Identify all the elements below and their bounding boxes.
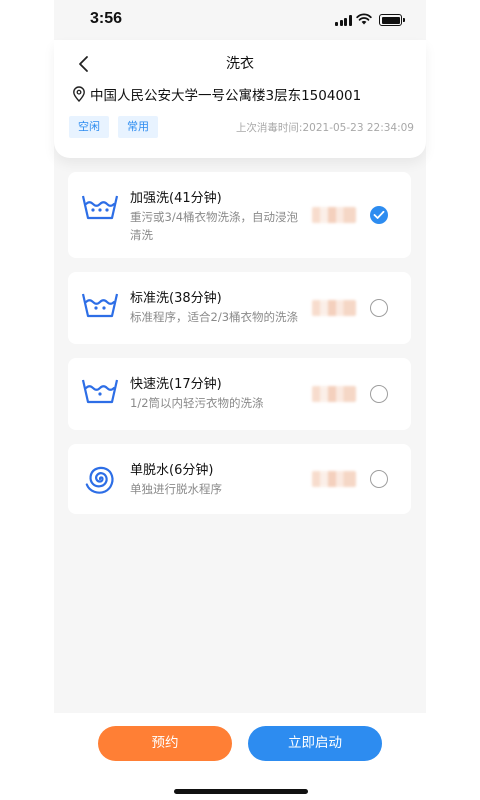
program-description: 标准程序，适合2/3桶衣物的洗涤: [130, 310, 299, 324]
start-now-button[interactable]: 立即启动: [248, 726, 382, 761]
program-option-spin[interactable]: 单脱水(6分钟) 单独进行脱水程序: [68, 444, 411, 514]
price-label-blurred: [312, 386, 356, 402]
signal-icon: [335, 15, 352, 26]
reserve-button[interactable]: 预约: [98, 726, 232, 761]
location-pin-icon: [73, 86, 85, 102]
program-name: 加强洗(41分钟): [130, 191, 222, 206]
washing-heavy-icon: [81, 195, 119, 220]
status-tag-common: 常用: [118, 116, 158, 138]
program-description: 1/2筒以内轻污衣物的洗涤: [130, 396, 264, 410]
program-name: 单脱水(6分钟): [130, 463, 214, 478]
page-title: 洗衣: [226, 56, 254, 72]
header-card: 洗衣 中国人民公安大学一号公寓楼3层东1504001 空闲 常用 上次消毒时间:…: [54, 40, 426, 158]
check-icon: [373, 210, 385, 219]
program-description: 单独进行脱水程序: [130, 482, 222, 496]
program-name: 标准洗(38分钟): [130, 291, 222, 306]
price-label-blurred: [312, 471, 356, 487]
status-tag-idle: 空闲: [69, 116, 109, 138]
washing-standard-icon: [81, 293, 119, 318]
last-disinfect-time: 上次消毒时间:2021-05-23 22:34:09: [235, 122, 414, 134]
program-description: 重污或3/4桶衣物洗涤，自动浸泡清洗: [130, 210, 299, 242]
program-radio[interactable]: [370, 385, 388, 403]
battery-icon: [379, 14, 405, 26]
price-label-blurred: [312, 207, 356, 223]
program-option-standard[interactable]: 标准洗(38分钟) 标准程序，适合2/3桶衣物的洗涤: [68, 272, 411, 344]
price-label-blurred: [312, 300, 356, 316]
home-indicator[interactable]: [174, 789, 308, 794]
program-option-heavy[interactable]: 加强洗(41分钟) 重污或3/4桶衣物洗涤，自动浸泡清洗: [68, 172, 411, 258]
program-option-quick[interactable]: 快速洗(17分钟) 1/2筒以内轻污衣物的洗涤: [68, 358, 411, 430]
program-radio-checked[interactable]: [370, 206, 388, 224]
wifi-icon: [356, 13, 372, 25]
program-name: 快速洗(17分钟): [130, 377, 222, 392]
status-time: 3:56: [90, 10, 123, 27]
status-bar: 3:56: [0, 0, 480, 40]
address-row: 中国人民公安大学一号公寓楼3层东1504001: [72, 84, 361, 104]
program-radio[interactable]: [370, 470, 388, 488]
spin-dry-icon: [85, 466, 114, 494]
program-radio[interactable]: [370, 299, 388, 317]
washing-quick-icon: [81, 379, 119, 404]
address-text: 中国人民公安大学一号公寓楼3层东1504001: [90, 88, 362, 104]
